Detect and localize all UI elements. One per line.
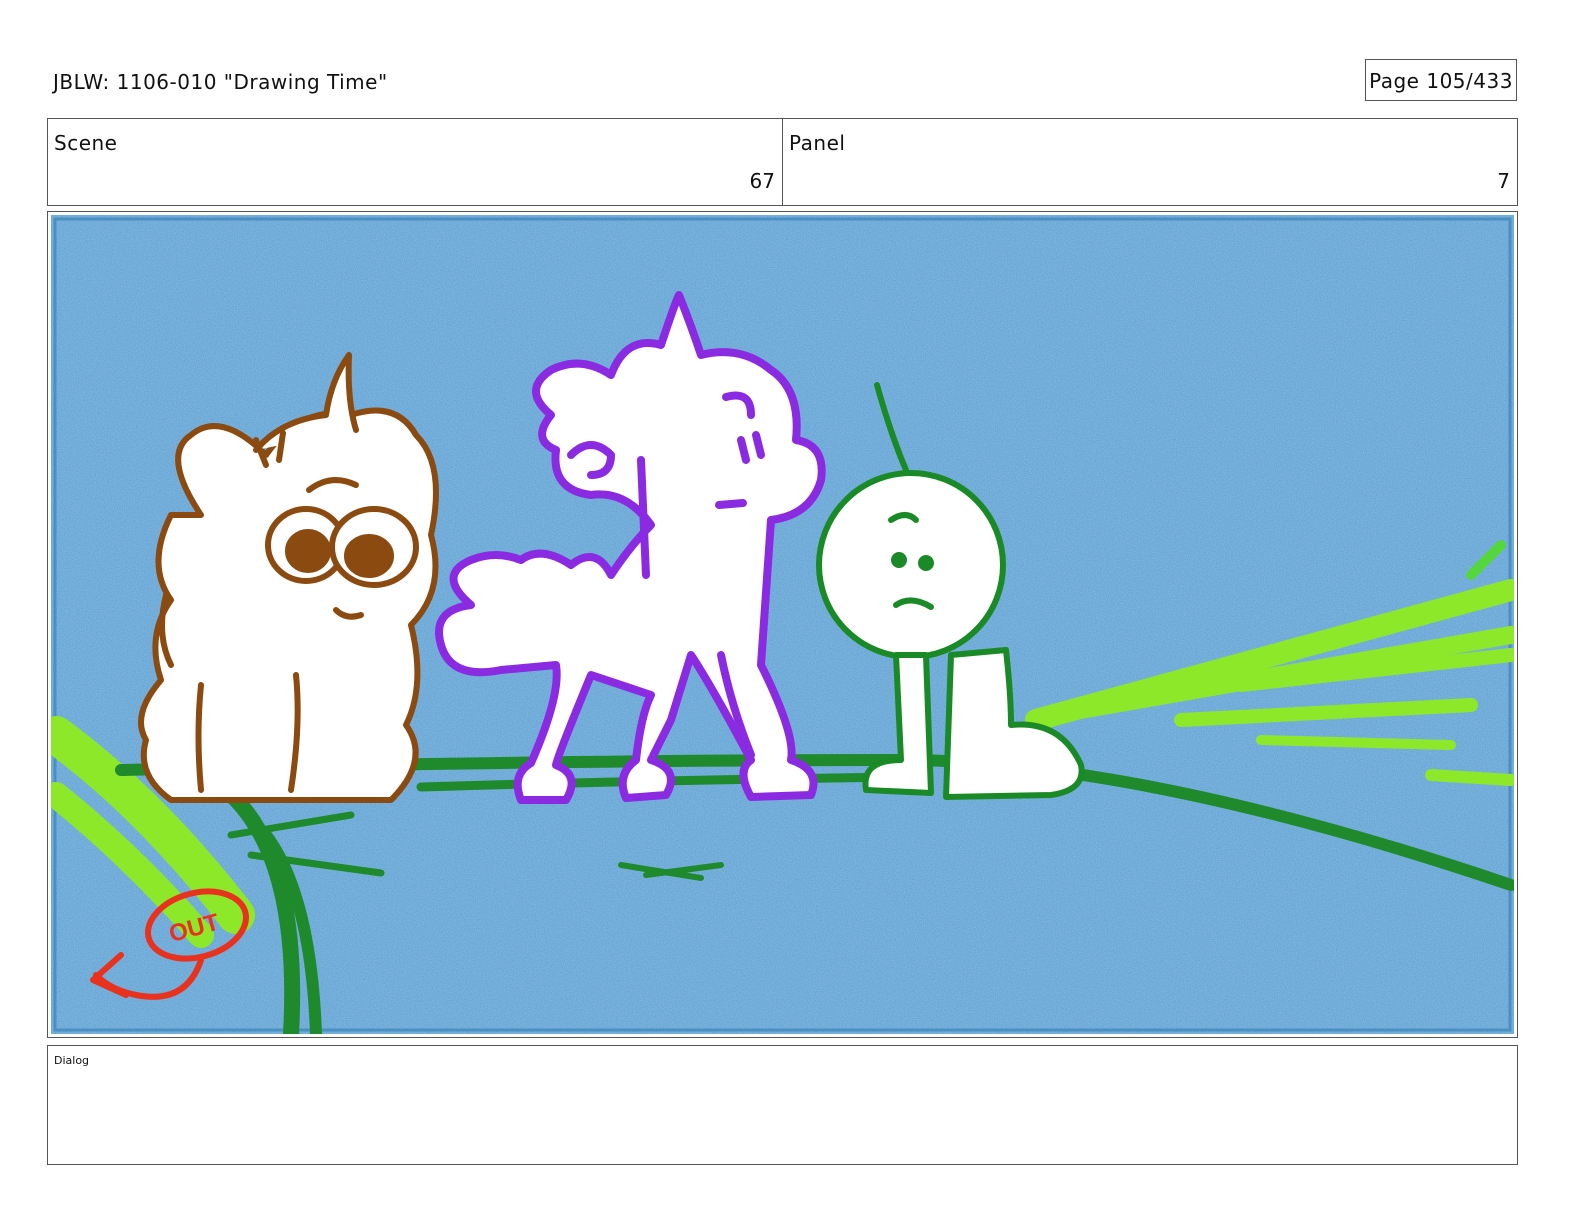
- dialog-box: Dialog: [47, 1045, 1518, 1165]
- scene-cell: Scene 67: [48, 119, 782, 205]
- scene-panel-info: Scene 67 Panel 7: [47, 118, 1518, 206]
- storyboard-drawing: OUT: [51, 215, 1514, 1034]
- dialog-label: Dialog: [54, 1054, 90, 1067]
- panel-number: 7: [1497, 169, 1510, 193]
- scene-label: Scene: [54, 131, 118, 155]
- storyboard-frame: OUT: [47, 211, 1518, 1038]
- page-number: Page 105/433: [1365, 59, 1517, 101]
- panel-label: Panel: [789, 131, 846, 155]
- doc-title: JBLW: 1106-010 "Drawing Time": [53, 70, 388, 94]
- scene-number: 67: [749, 169, 775, 193]
- panel-cell: Panel 7: [782, 119, 1517, 205]
